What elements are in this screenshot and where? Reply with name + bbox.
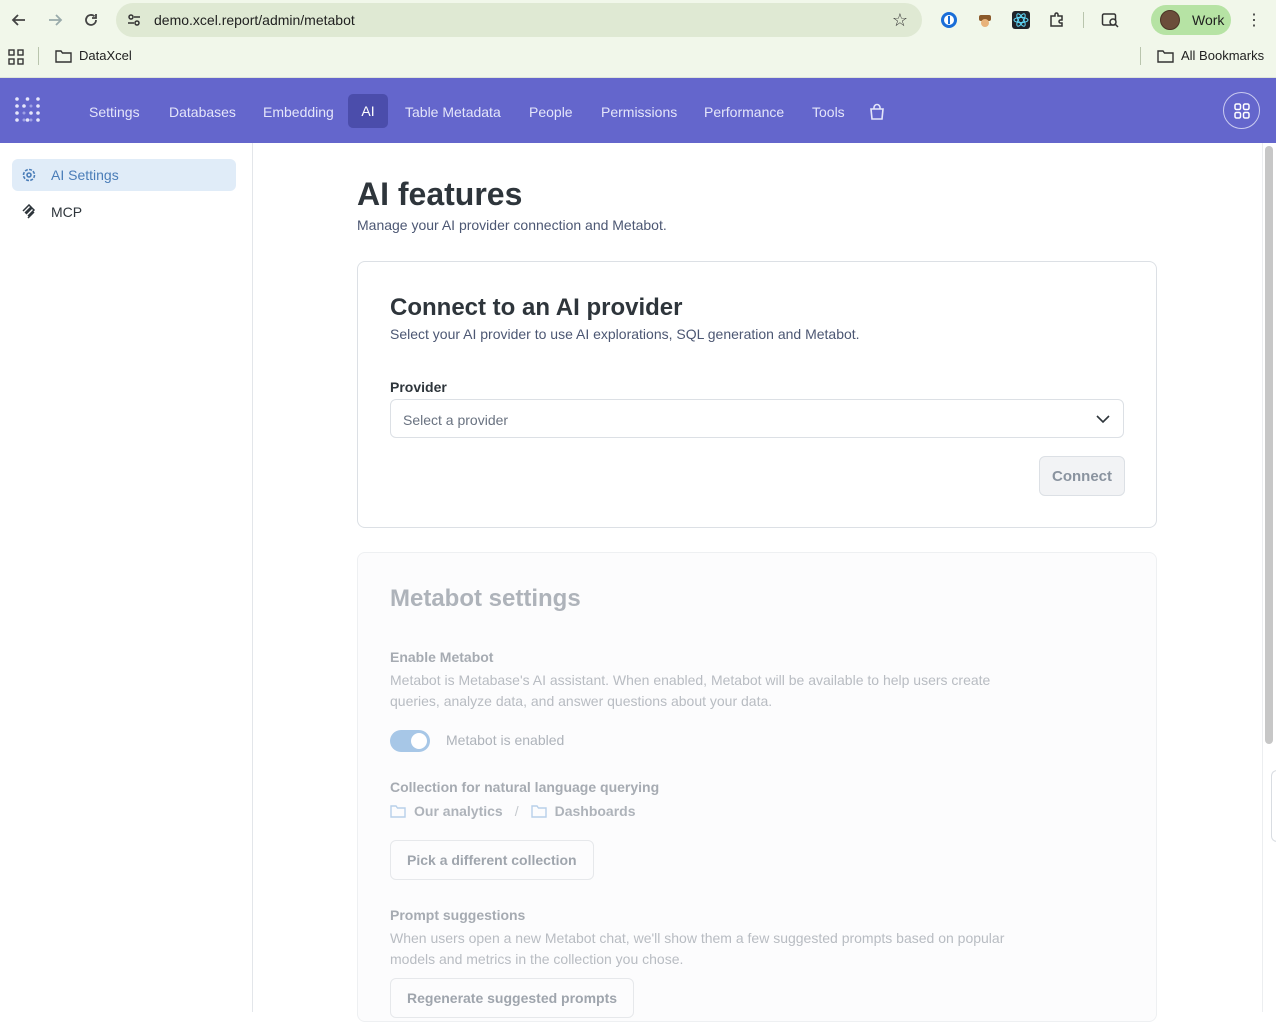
profile-name: Work (1192, 12, 1225, 28)
reload-icon[interactable] (79, 8, 103, 32)
back-arrow-icon[interactable] (7, 8, 31, 32)
react-devtools-icon[interactable] (1011, 10, 1031, 30)
metabot-toggle[interactable] (390, 730, 430, 752)
pick-collection-button[interactable]: Pick a different collection (390, 840, 594, 880)
folder-icon (1157, 49, 1174, 63)
metabase-logo-icon[interactable] (14, 95, 42, 125)
breadcrumb-item[interactable]: Our analytics (414, 803, 503, 819)
bookmark-label: DataXcel (79, 48, 132, 63)
app-switcher-button[interactable] (1223, 92, 1260, 129)
nav-databases[interactable]: Databases (169, 104, 236, 120)
apps-grid-icon[interactable] (8, 49, 24, 65)
provider-placeholder: Select a provider (403, 412, 509, 428)
sidebar-item-label: AI Settings (51, 167, 119, 183)
page-subtitle: Manage your AI provider connection and M… (357, 217, 667, 233)
bookmark-dataxcel[interactable]: DataXcel (55, 48, 132, 63)
scrollbar-thumb[interactable] (1265, 146, 1273, 744)
prompt-suggestions-label: Prompt suggestions (390, 907, 526, 923)
sidebar-item-mcp[interactable]: MCP (12, 196, 236, 228)
prompt-suggestions-description: When users open a new Metabot chat, we'l… (390, 930, 1005, 967)
page-title: AI features (357, 176, 523, 212)
extensions-puzzle-icon[interactable] (1047, 10, 1067, 30)
provider-select[interactable]: Select a provider (390, 399, 1124, 438)
admin-header: Settings Databases Embedding AI Table Me… (0, 78, 1276, 143)
all-bookmarks-label: All Bookmarks (1181, 48, 1265, 63)
folder-icon (55, 49, 72, 63)
toggle-knob (411, 733, 427, 749)
card-title: Metabot settings (390, 585, 581, 612)
address-bar[interactable]: demo.xcel.report/admin/metabot ☆ (116, 3, 922, 37)
forward-arrow-icon[interactable] (43, 8, 67, 32)
browser-toolbar: demo.xcel.report/admin/metabot ☆ Work ⋮ (0, 0, 1276, 40)
collection-breadcrumb: Our analytics / Dashboards (390, 803, 636, 819)
bookmark-star-icon[interactable]: ☆ (892, 10, 908, 31)
grid-icon (1233, 102, 1250, 119)
store-bag-icon[interactable] (868, 103, 886, 121)
sidebar-item-label: MCP (51, 204, 83, 220)
folder-icon (530, 805, 547, 818)
connect-button[interactable]: Connect (1039, 456, 1125, 496)
breadcrumb-item[interactable]: Dashboards (555, 803, 636, 819)
toolbar-divider (1083, 12, 1084, 28)
ai-provider-card: Connect to an AI provider Select your AI… (357, 261, 1157, 528)
folder-icon (390, 805, 406, 818)
metabot-settings-card: Metabot settings Enable Metabot Metabot … (357, 552, 1157, 1022)
mcp-icon (22, 204, 36, 219)
side-panel-handle[interactable] (1271, 770, 1276, 842)
tab-search-icon[interactable] (1100, 10, 1120, 30)
url-text: demo.xcel.report/admin/metabot (154, 12, 355, 28)
bookmark-divider (38, 47, 39, 65)
password-manager-icon[interactable] (939, 10, 959, 30)
nav-table-metadata[interactable]: Table Metadata (405, 104, 501, 120)
gear-icon (22, 168, 36, 182)
enable-metabot-label: Enable Metabot (390, 649, 494, 665)
nav-settings[interactable]: Settings (89, 104, 140, 120)
nav-ai[interactable]: AI (348, 94, 388, 128)
card-title: Connect to an AI provider (390, 294, 683, 321)
avatar (1160, 10, 1180, 30)
nav-embedding[interactable]: Embedding (263, 104, 334, 120)
breadcrumb-separator: / (514, 803, 519, 819)
browser-menu-icon[interactable]: ⋮ (1246, 10, 1262, 30)
card-description: Select your AI provider to use AI explor… (390, 326, 860, 342)
nav-people[interactable]: People (529, 104, 573, 120)
nav-tools[interactable]: Tools (812, 104, 845, 120)
collection-label: Collection for natural language querying (390, 779, 660, 795)
bookmark-divider (1140, 47, 1141, 65)
sidebar-item-ai-settings[interactable]: AI Settings (12, 159, 236, 191)
nav-permissions[interactable]: Permissions (601, 104, 677, 120)
nav-performance[interactable]: Performance (704, 104, 784, 120)
profile-chip[interactable]: Work (1151, 5, 1231, 35)
provider-label: Provider (390, 379, 447, 395)
extension-agent-icon[interactable] (975, 10, 995, 30)
site-settings-icon[interactable] (126, 12, 142, 28)
chevron-down-icon (1096, 415, 1110, 424)
enable-metabot-description: Metabot is Metabase's AI assistant. When… (390, 672, 991, 709)
admin-sidebar: AI Settings MCP (0, 143, 253, 1012)
toggle-label: Metabot is enabled (446, 732, 565, 748)
regenerate-prompts-button[interactable]: Regenerate suggested prompts (390, 978, 635, 1018)
bookmarks-bar (0, 40, 1276, 78)
all-bookmarks[interactable]: All Bookmarks (1157, 48, 1264, 63)
